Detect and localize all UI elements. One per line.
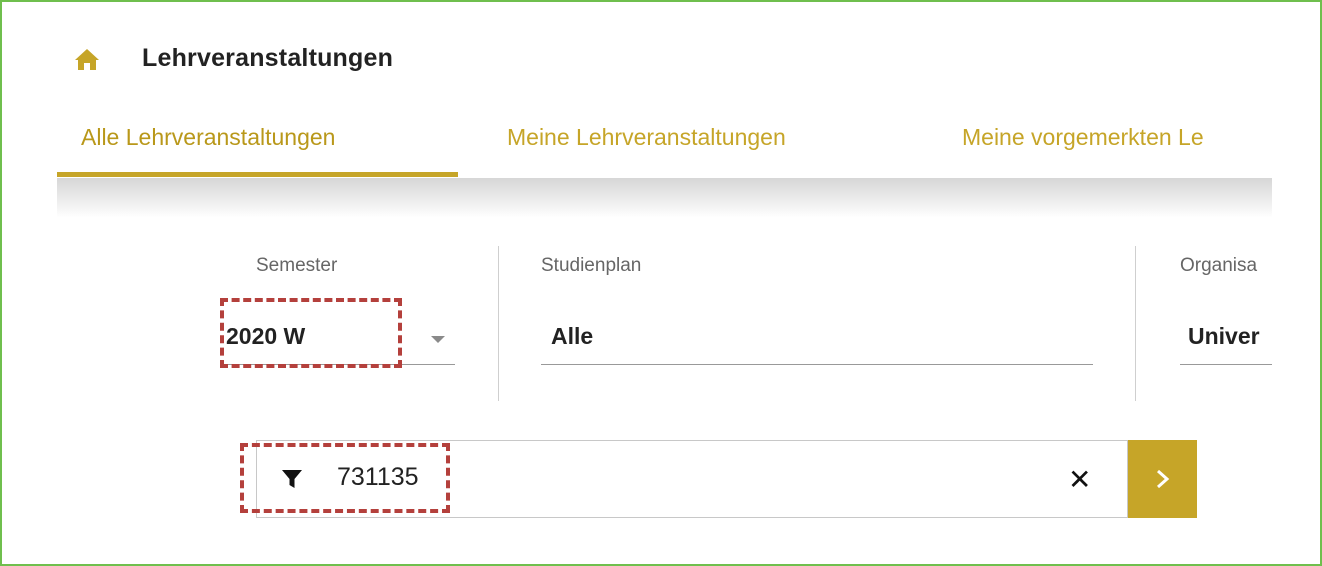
page-header: Lehrveranstaltungen (73, 44, 393, 73)
active-tab-indicator (57, 172, 458, 177)
organisation-field: Organisa Univer (1180, 240, 1272, 370)
tab-bar: Alle Lehrveranstaltungen Meine Lehrveran… (57, 118, 1272, 178)
chevron-right-icon (1156, 469, 1169, 489)
tab-alle-lehrveranstaltungen[interactable]: Alle Lehrveranstaltungen (81, 124, 335, 151)
tab-bar-shadow (57, 178, 1272, 218)
semester-highlight (220, 298, 402, 368)
divider (498, 246, 499, 401)
page-title: Lehrveranstaltungen (142, 44, 394, 72)
search-submit-button[interactable] (1128, 440, 1197, 518)
tab-meine-lehrveranstaltungen[interactable]: Meine Lehrveranstaltungen (507, 124, 786, 151)
studienplan-underline (541, 364, 1093, 365)
organisation-underline (1180, 364, 1272, 365)
semester-label: Semester (256, 255, 338, 276)
divider (1135, 246, 1136, 401)
search-highlight (240, 443, 450, 513)
organisation-input[interactable]: Univer (1188, 323, 1260, 350)
chevron-down-icon[interactable] (431, 336, 445, 343)
home-icon[interactable] (73, 45, 101, 73)
tab-meine-vorgemerkten[interactable]: Meine vorgemerkten Le (962, 124, 1204, 151)
studienplan-label: Studienplan (541, 255, 642, 276)
studienplan-input[interactable]: Alle (551, 323, 593, 350)
organisation-label: Organisa (1180, 255, 1258, 276)
close-icon[interactable]: ✕ (1068, 463, 1091, 496)
